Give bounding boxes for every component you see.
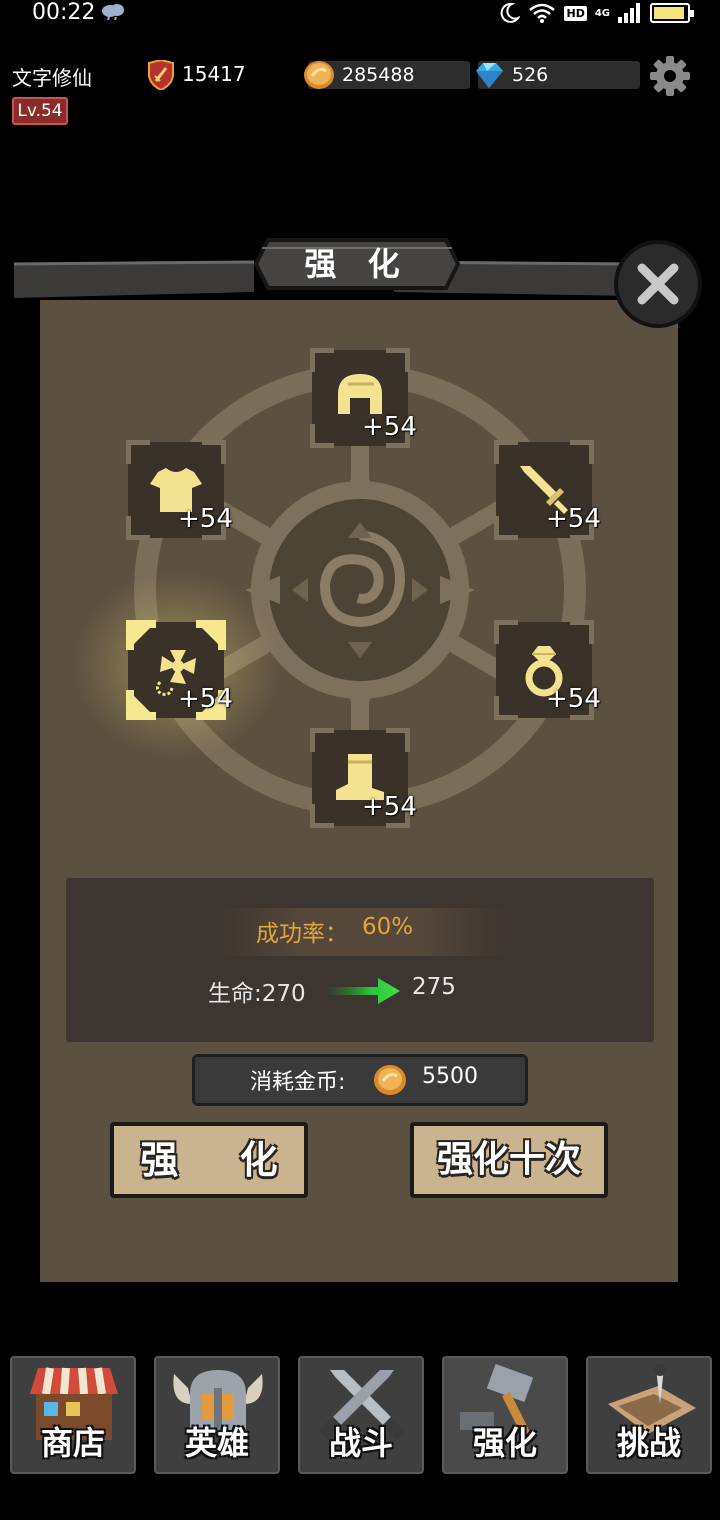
- clock: 00:22: [32, 0, 96, 25]
- network-type: 4G: [594, 7, 610, 19]
- nav-challenge[interactable]: 挑战: [586, 1356, 712, 1474]
- nav-label: 商店: [40, 1424, 105, 1462]
- diamond-icon: [476, 63, 503, 88]
- status-bar: 00:22 HD 4G: [0, 0, 720, 26]
- gold-value: 285488: [342, 64, 415, 86]
- gold-coin-icon: [374, 1065, 406, 1095]
- battery-icon: [650, 3, 694, 23]
- weather-cloud-icon: [102, 4, 124, 20]
- enhance-ten-button[interactable]: 强化十次: [410, 1122, 608, 1198]
- panel-title: 强 化: [304, 245, 410, 283]
- equip-level: +54: [546, 684, 601, 714]
- stat-current: 生命:270: [208, 981, 306, 1007]
- equip-level: +54: [362, 792, 417, 822]
- equip-slot-helmet[interactable]: +54: [310, 348, 417, 448]
- equip-slot-boots[interactable]: +54: [310, 728, 417, 828]
- nav-battle[interactable]: 战斗: [298, 1356, 424, 1474]
- equip-slot-ring[interactable]: +54: [494, 620, 601, 720]
- gem-counter: 526: [476, 61, 640, 89]
- equip-slot-necklace-selected[interactable]: +54: [126, 620, 233, 720]
- equip-level: +54: [178, 684, 233, 714]
- close-icon: [637, 263, 679, 305]
- arrow-right-icon: [326, 978, 400, 1004]
- player-name: 文字修仙: [12, 66, 92, 90]
- nav-label: 英雄: [184, 1424, 249, 1462]
- nav-hero[interactable]: 英雄: [154, 1356, 280, 1474]
- success-rate-value: 60%: [362, 914, 414, 940]
- level-badge: Lv.54: [12, 97, 68, 125]
- nav-label: 战斗: [328, 1424, 393, 1462]
- equip-level: +54: [546, 504, 601, 534]
- combat-power-value: 15417: [182, 62, 246, 86]
- equip-slot-armor[interactable]: +54: [126, 440, 233, 540]
- nav-label: 挑战: [616, 1424, 681, 1462]
- gem-value: 526: [512, 64, 549, 86]
- nav-label: 强化: [472, 1424, 537, 1462]
- settings-gear-icon[interactable]: [648, 54, 692, 98]
- equip-level: +54: [362, 412, 417, 442]
- equip-level: +54: [178, 504, 233, 534]
- gold-coin-icon: [304, 61, 334, 89]
- wifi-icon: [529, 3, 556, 23]
- close-button[interactable]: [614, 240, 702, 328]
- hd-badge: HD: [564, 5, 587, 21]
- stat-after: 275: [412, 974, 456, 1000]
- cost-label: 消耗金币:: [250, 1070, 346, 1095]
- gold-counter: 285488: [304, 61, 470, 89]
- moon-icon: [501, 2, 521, 23]
- equip-slot-weapon[interactable]: +54: [494, 440, 601, 540]
- nav-enhance[interactable]: 强化: [442, 1356, 568, 1474]
- combat-power-shield-icon: [148, 60, 174, 90]
- signal-icon: [618, 3, 640, 23]
- enhance-info-box: [66, 878, 654, 1042]
- cost-value: 5500: [422, 1064, 478, 1089]
- success-rate-label: 成功率：: [256, 921, 348, 947]
- enhance-button[interactable]: 强 化: [110, 1122, 308, 1198]
- nav-shop[interactable]: 商店: [10, 1356, 136, 1474]
